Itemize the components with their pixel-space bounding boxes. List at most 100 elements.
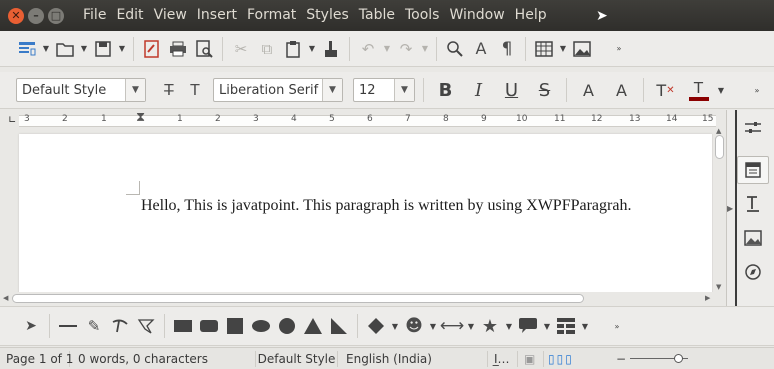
chevron-down-icon[interactable]: ▼	[394, 79, 414, 101]
square-icon[interactable]	[222, 313, 248, 339]
polygon-icon[interactable]	[133, 313, 159, 339]
formatting-marks-icon[interactable]: ¶	[494, 36, 520, 62]
smiley-icon[interactable]: ☻	[401, 313, 427, 339]
navigator-icon[interactable]	[737, 258, 769, 286]
scroll-down-icon[interactable]: ▼	[716, 283, 721, 291]
chevron-down-icon[interactable]: ▼	[503, 322, 515, 331]
chevron-down-icon[interactable]: ▼	[381, 44, 393, 53]
export-pdf-icon[interactable]	[139, 36, 165, 62]
paragraph-style-combo[interactable]: Default Style ▼	[16, 78, 146, 102]
tab-stop-icon[interactable]: ∟	[8, 115, 16, 126]
curve-icon[interactable]	[107, 313, 133, 339]
menu-edit[interactable]: Edit	[111, 0, 148, 31]
document-paragraph[interactable]: Hello, This is javatpoint. This paragrap…	[141, 197, 631, 215]
clone-formatting-icon[interactable]	[318, 36, 344, 62]
chevron-down-icon[interactable]: ▼	[306, 44, 318, 53]
freeform-icon[interactable]: ✎	[81, 313, 107, 339]
right-triangle-icon[interactable]	[326, 313, 352, 339]
circle-icon[interactable]	[274, 313, 300, 339]
menu-help[interactable]: Help	[510, 0, 552, 31]
menu-view[interactable]: View	[149, 0, 192, 31]
toolbar-overflow-icon[interactable]: »	[611, 322, 623, 331]
spelling-icon[interactable]: A	[468, 36, 494, 62]
chevron-down-icon[interactable]: ▼	[557, 44, 569, 53]
toolbar-overflow-icon[interactable]: »	[751, 86, 763, 95]
page-count[interactable]: Page 1 of 1	[0, 350, 73, 367]
triangle-icon[interactable]	[300, 313, 326, 339]
redo-icon[interactable]: ↷	[393, 36, 419, 62]
print-preview-icon[interactable]	[191, 36, 217, 62]
flowchart-icon[interactable]	[553, 313, 579, 339]
save-icon[interactable]	[90, 36, 116, 62]
diamond-icon[interactable]	[363, 313, 389, 339]
menu-format[interactable]: Format	[242, 0, 301, 31]
font-size-combo[interactable]: 12 ▼	[353, 78, 415, 102]
font-name-combo[interactable]: Liberation Serif ▼	[213, 78, 343, 102]
zoom-out-icon[interactable]: −	[616, 352, 626, 366]
print-icon[interactable]	[165, 36, 191, 62]
line-icon[interactable]	[55, 313, 81, 339]
minimize-window-button[interactable]: –	[28, 7, 44, 24]
update-style-icon[interactable]: T̶	[156, 77, 182, 103]
horizontal-scrollbar[interactable]: ◀ ▶	[0, 292, 726, 305]
ellipse-icon[interactable]	[248, 313, 274, 339]
paste-icon[interactable]	[280, 36, 306, 62]
zoom-slider[interactable]	[630, 353, 689, 364]
vertical-scrollbar[interactable]: ▲ ▼	[713, 127, 726, 296]
menu-window[interactable]: Window	[444, 0, 509, 31]
styles-icon[interactable]	[737, 190, 769, 218]
zoom-slider-thumb[interactable]	[674, 353, 684, 363]
chevron-down-icon[interactable]: ▼	[419, 44, 431, 53]
insert-image-icon[interactable]	[569, 36, 595, 62]
select-arrow-icon[interactable]: ➤	[18, 313, 44, 339]
bold-button[interactable]: B	[429, 76, 462, 104]
view-layout-icon[interactable]: ▯▯▯	[544, 351, 616, 367]
sidebar-collapse-icon[interactable]: ▶	[727, 204, 733, 213]
horizontal-scroll-thumb[interactable]	[12, 294, 584, 303]
chevron-down-icon[interactable]: ▼	[541, 322, 553, 331]
horizontal-ruler[interactable]: ∟ 3 2 1 ⧗ 1 2 3 4 5 6 7 8 9 10 11 12 13 …	[0, 110, 726, 131]
find-replace-icon[interactable]	[442, 36, 468, 62]
rectangle-icon[interactable]	[170, 313, 196, 339]
copy-icon[interactable]: ⧉	[254, 36, 280, 62]
clear-formatting-button[interactable]: T ✕	[649, 76, 682, 104]
scroll-up-icon[interactable]: ▲	[716, 127, 721, 135]
scroll-right-icon[interactable]: ▶	[705, 294, 710, 302]
properties-icon[interactable]	[737, 114, 769, 142]
chevron-down-icon[interactable]: ▼	[125, 79, 145, 101]
chevron-down-icon[interactable]: ▼	[579, 322, 591, 331]
chevron-down-icon[interactable]: »	[613, 44, 625, 53]
menu-tools[interactable]: Tools	[400, 0, 445, 31]
superscript-button[interactable]: A	[572, 76, 605, 104]
document-page[interactable]: Hello, This is javatpoint. This paragrap…	[19, 134, 712, 294]
strikethrough-button[interactable]: S	[528, 76, 561, 104]
chevron-down-icon[interactable]: ▼	[322, 79, 342, 101]
chevron-down-icon[interactable]: ▼	[40, 44, 52, 53]
double-arrow-icon[interactable]: ⟷	[439, 313, 465, 339]
underline-button[interactable]: U	[495, 76, 528, 104]
scroll-left-icon[interactable]: ◀	[3, 294, 8, 302]
rounded-rectangle-icon[interactable]	[196, 313, 222, 339]
word-count[interactable]: 0 words, 0 characters	[70, 350, 256, 367]
language[interactable]: English (India)	[338, 350, 488, 367]
new-document-icon[interactable]	[14, 36, 40, 62]
page-style[interactable]: Default Style	[256, 350, 338, 367]
menu-styles[interactable]: Styles	[301, 0, 353, 31]
menu-table[interactable]: Table	[354, 0, 400, 31]
insert-table-icon[interactable]	[531, 36, 557, 62]
italic-button[interactable]: I	[462, 76, 495, 104]
close-window-button[interactable]: ✕	[8, 7, 24, 24]
chevron-down-icon[interactable]: ▼	[427, 322, 439, 331]
gallery-icon[interactable]	[737, 224, 769, 252]
chevron-down-icon[interactable]: ▼	[78, 44, 90, 53]
insert-mode-icon[interactable]: I̲…	[488, 350, 518, 367]
new-style-icon[interactable]: T	[182, 77, 208, 103]
subscript-button[interactable]: A	[605, 76, 638, 104]
indent-marker-icon[interactable]: ⧗	[136, 110, 145, 125]
callout-icon[interactable]	[515, 313, 541, 339]
menu-insert[interactable]: Insert	[192, 0, 242, 31]
chevron-down-icon[interactable]: ▼	[389, 322, 401, 331]
font-color-button[interactable]: T	[682, 76, 715, 104]
chevron-down-icon[interactable]: ▼	[465, 322, 477, 331]
chevron-down-icon[interactable]: ▼	[715, 86, 727, 95]
